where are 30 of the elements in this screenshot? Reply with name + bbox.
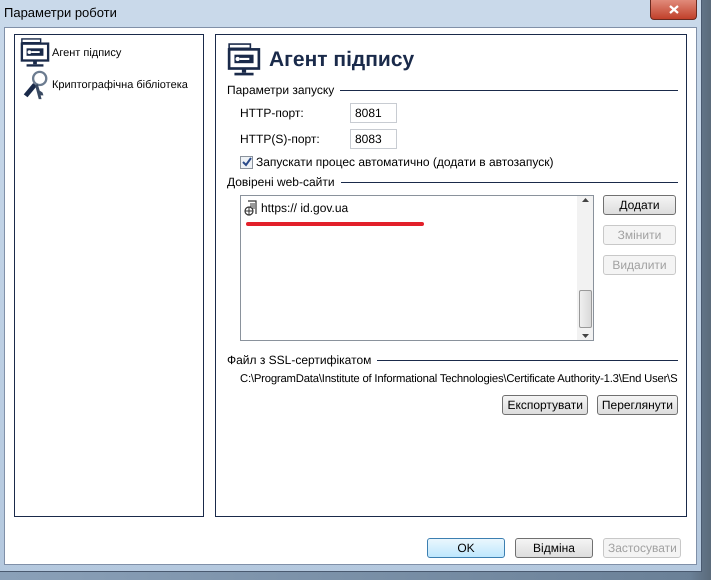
button[interactable]: Додати: [603, 195, 676, 215]
port-field[interactable]: 8081: [350, 103, 397, 123]
button[interactable]: Експортувати: [502, 395, 588, 415]
monitor-key-icon: [20, 38, 50, 68]
checkbox[interactable]: [240, 156, 253, 168]
scroll-thumb[interactable]: [578, 290, 592, 328]
port-field[interactable]: 8083: [350, 129, 397, 149]
field-label: HTTP(S)-порт:: [240, 132, 321, 146]
monitor-key-icon: [227, 43, 261, 77]
globe-document-icon: [244, 200, 258, 216]
file-path: C:\ProgramData\Institute of Informational Technologies\Certificate Authority-1.3\End User\S: [240, 373, 678, 385]
list-item[interactable]: https:// id.gov.ua: [261, 201, 348, 215]
field-label: HTTP-порт:: [240, 106, 305, 120]
page-title: Агент підпису: [269, 48, 414, 72]
checkbox-label: Запускати процес автоматично (додати в автозапуск): [256, 155, 554, 169]
close-icon: [668, 5, 678, 14]
scroll-down-icon: [582, 334, 588, 338]
sidebar-item[interactable]: Криптографічна бібліотека: [52, 79, 188, 91]
button[interactable]: Переглянути: [596, 395, 678, 415]
section-heading: Параметри запуску: [227, 83, 334, 97]
section-heading: Файл з SSL-сертифікатом: [227, 353, 372, 367]
close-button[interactable]: [650, 0, 697, 20]
section-heading: Довірені web-сайти: [227, 175, 335, 189]
sidebar-item[interactable]: Агент підпису: [52, 47, 122, 59]
scroll-up-icon: [582, 198, 588, 202]
button[interactable]: OK: [427, 538, 505, 558]
check-icon: [242, 157, 252, 167]
window-title: Параметри роботи: [3, 4, 117, 20]
button[interactable]: Відміна: [515, 538, 593, 558]
scrollbar[interactable]: [577, 196, 593, 340]
